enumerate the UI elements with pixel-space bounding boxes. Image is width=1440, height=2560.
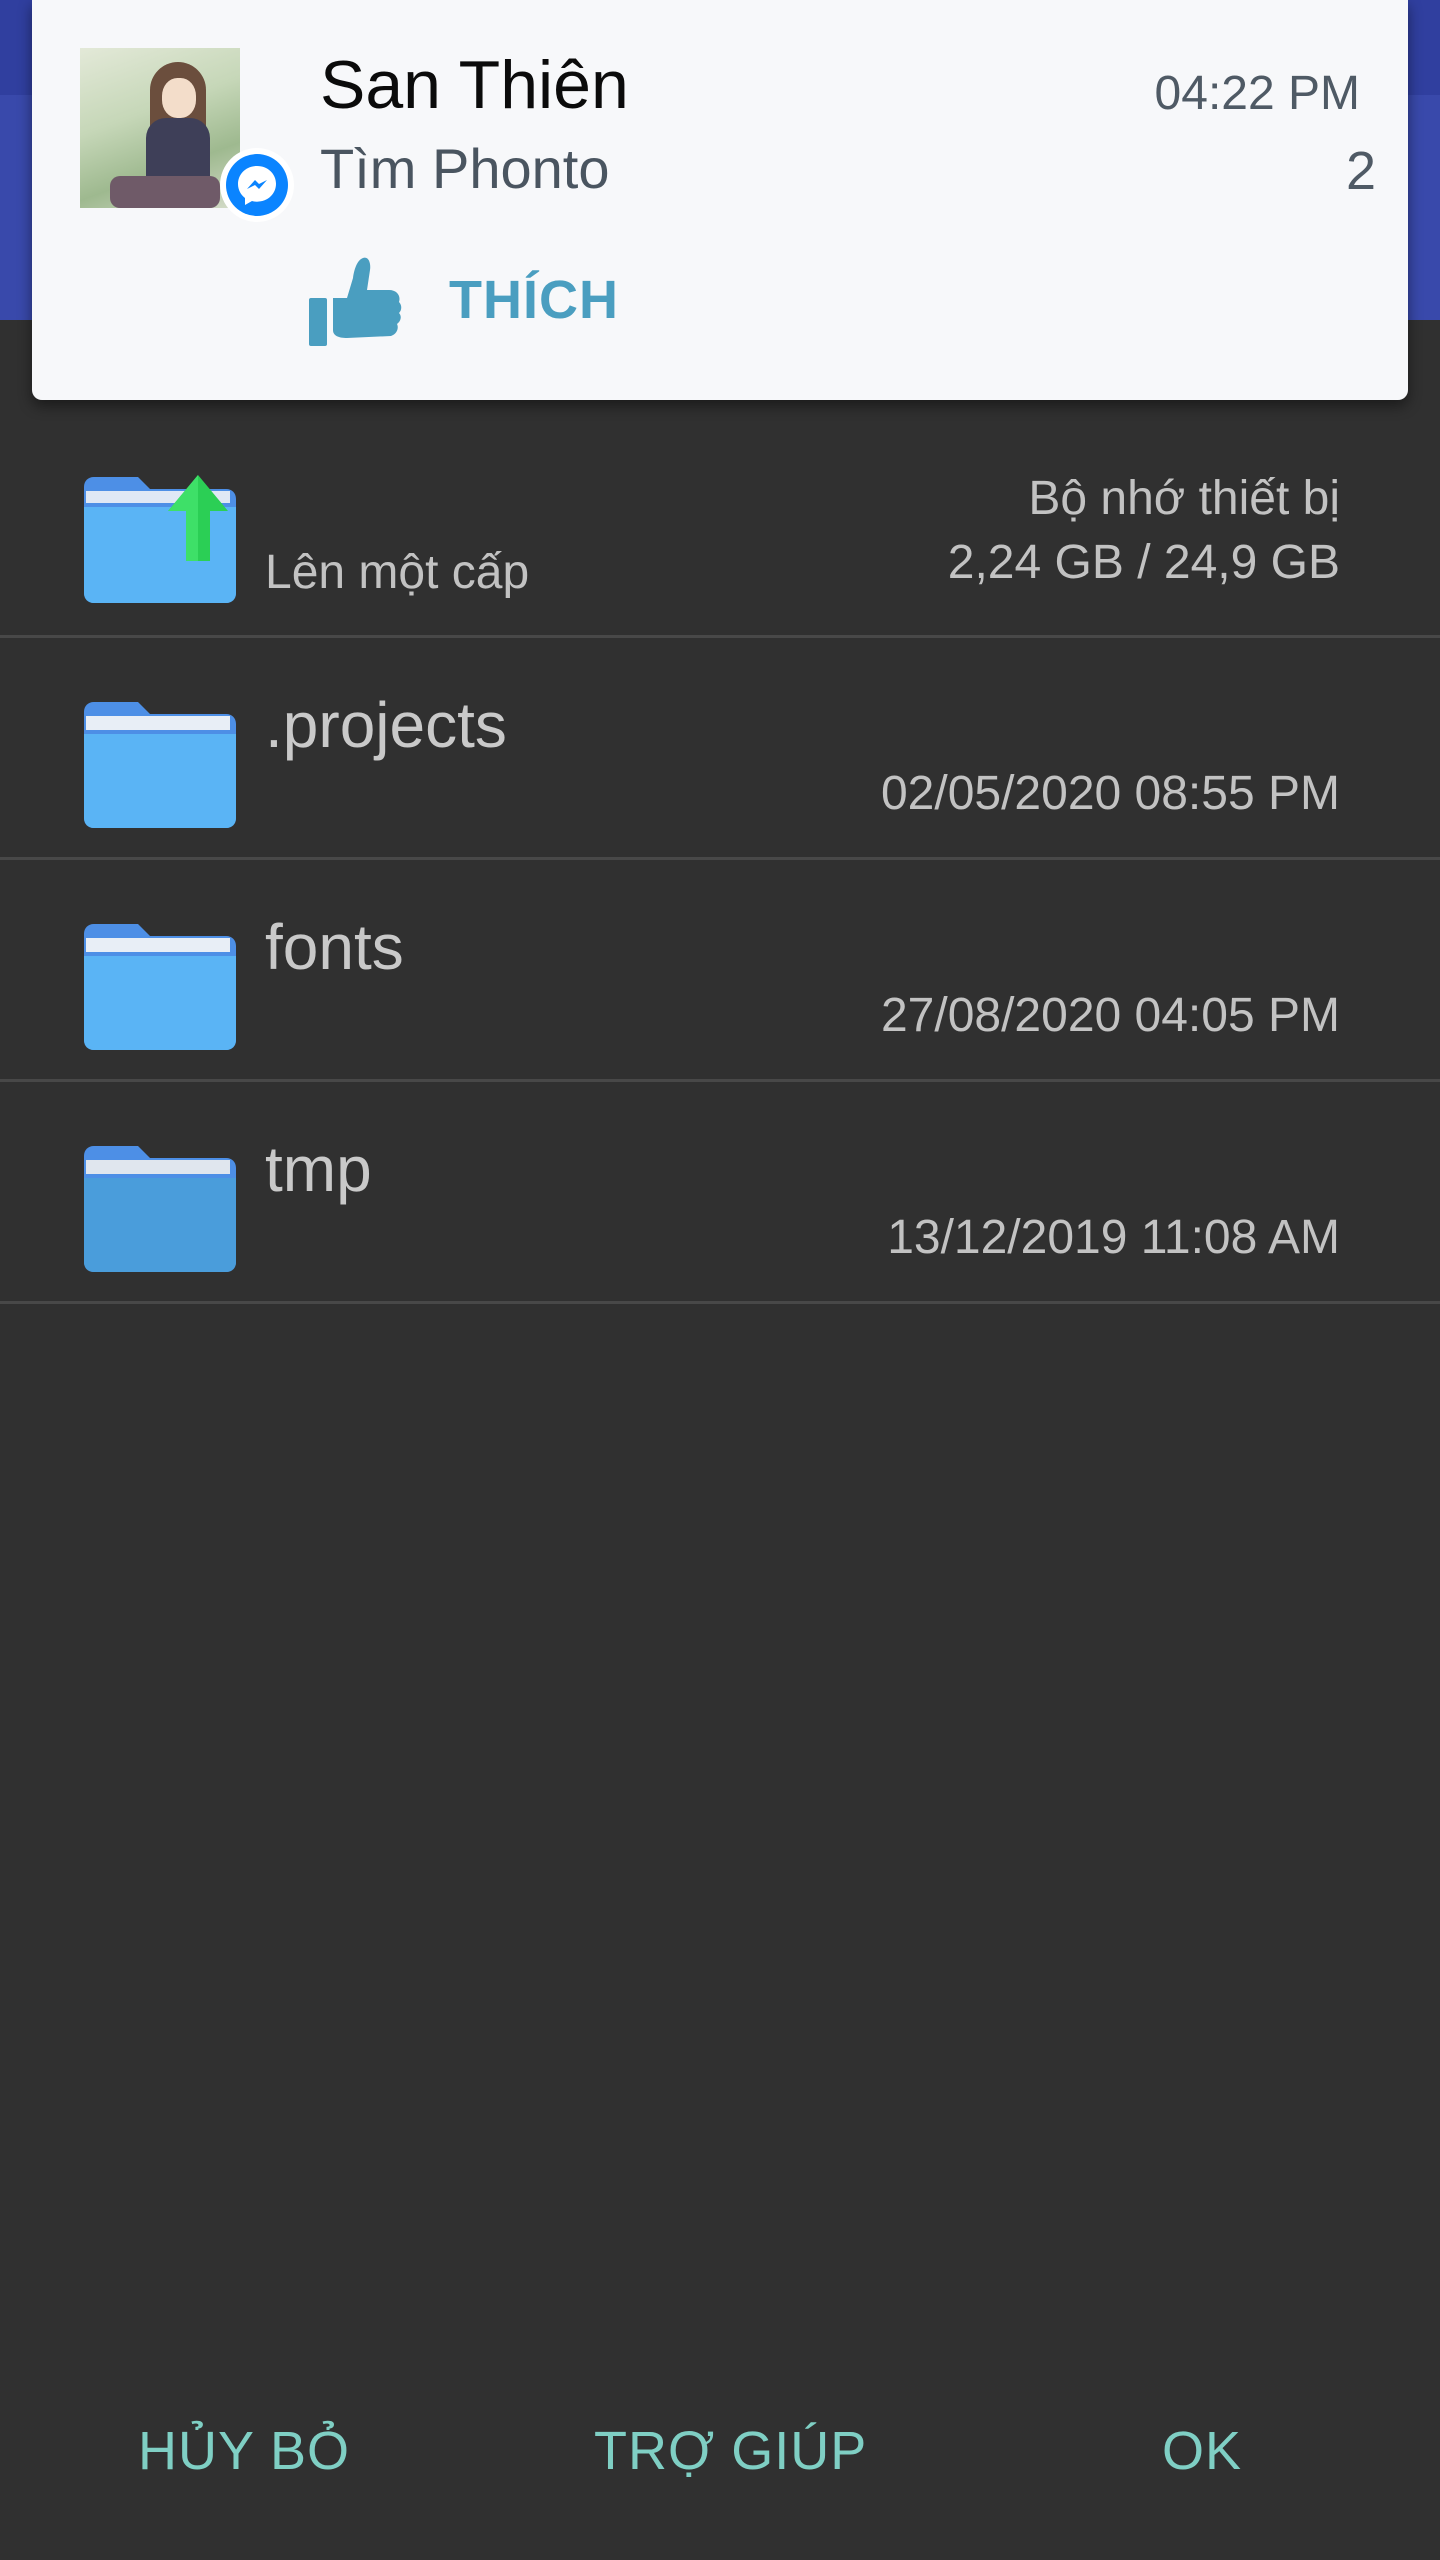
folder-date: 13/12/2019 11:08 AM	[887, 1211, 1340, 1264]
messenger-notification[interactable]: San Thiên Tìm Phonto 04:22 PM 2 THÍCH	[32, 0, 1408, 400]
folder-item[interactable]: .projects 02/05/2020 08:55 PM	[0, 638, 1440, 860]
folder-name: .projects	[265, 689, 507, 761]
folder-date: 02/05/2020 08:55 PM	[880, 767, 1340, 820]
like-label: THÍCH	[449, 270, 619, 330]
up-one-level-label: Lên một cấp	[265, 546, 530, 599]
ok-button[interactable]: OK	[1162, 2420, 1242, 2482]
sender-avatar	[80, 48, 240, 208]
cancel-button[interactable]: HỦY BỎ	[138, 2420, 350, 2482]
folder-item[interactable]: tmp 13/12/2019 11:08 AM	[0, 1082, 1440, 1304]
file-list: Lên một cấp Bộ nhớ thiết bị 2,24 GB / 24…	[0, 415, 1440, 1304]
folder-name: tmp	[265, 1133, 372, 1205]
folder-name: fonts	[265, 911, 404, 983]
like-button[interactable]: THÍCH	[307, 245, 619, 355]
up-one-level-item[interactable]: Lên một cấp Bộ nhớ thiết bị 2,24 GB / 24…	[0, 415, 1440, 638]
messenger-icon	[220, 148, 294, 222]
notification-message: Tìm Phonto	[320, 137, 610, 200]
help-button[interactable]: TRỢ GIÚP	[594, 2420, 867, 2482]
folder-icon	[84, 924, 236, 1050]
dialog-button-bar: HỦY BỎ TRỢ GIÚP OK	[0, 2400, 1440, 2510]
message-count: 2	[1345, 141, 1376, 201]
folder-up-icon	[84, 475, 236, 603]
storage-usage: 2,24 GB / 24,9 GB	[947, 536, 1340, 589]
notification-time: 04:22 PM	[1154, 67, 1360, 120]
sender-name: San Thiên	[320, 47, 629, 123]
folder-item[interactable]: fonts 27/08/2020 04:05 PM	[0, 860, 1440, 1082]
folder-icon	[84, 702, 236, 828]
thumbs-up-icon	[309, 257, 402, 346]
folder-date: 27/08/2020 04:05 PM	[880, 989, 1340, 1042]
folder-icon	[84, 1146, 236, 1272]
storage-name: Bộ nhớ thiết bị	[1028, 472, 1340, 525]
